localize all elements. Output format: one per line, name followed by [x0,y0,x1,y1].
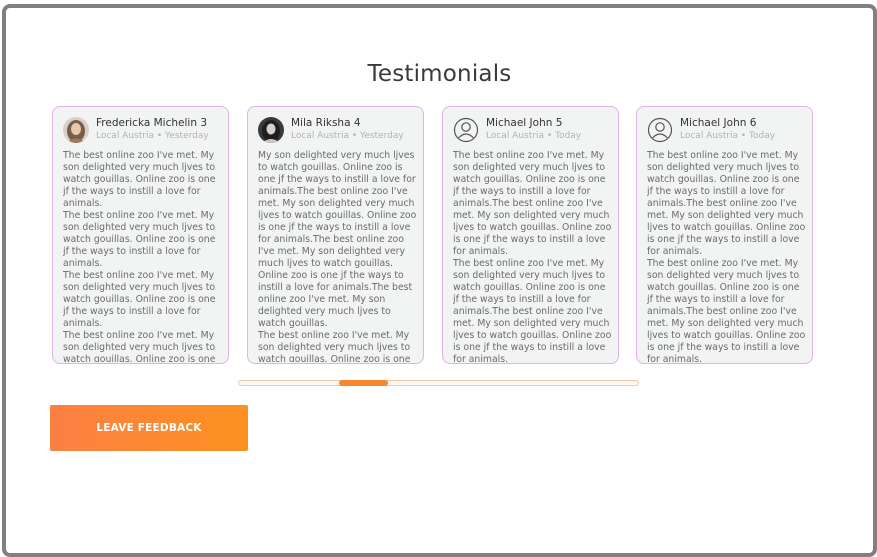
user-outline-icon [453,117,479,143]
testimonial-card[interactable]: Mila Riksha 4 Local Austria • Yesterday … [247,106,424,364]
testimonial-card[interactable]: Michael John 5 Local Austria • Today The… [442,106,619,364]
author-name: Michael John 6 [680,117,757,129]
testimonial-card[interactable]: Michael John 6 Local Austria • Today The… [636,106,813,364]
author-meta: Local Austria • Yesterday [96,131,209,141]
author-meta: Local Austria • Today [486,131,582,141]
leave-feedback-button[interactable]: LEAVE FEEDBACK [50,405,248,451]
author-name: Michael John 5 [486,117,563,129]
testimonial-card[interactable]: Fredericka Michelin 3 Local Austria • Ye… [52,106,229,364]
testimonials-frame: Testimonials Fredericka Michelin 3 Local… [2,4,877,557]
testimonial-text: The best online zoo I've met. My son del… [63,150,216,362]
woman-photo-avatar [63,117,89,143]
carousel-scrollbar[interactable] [238,380,639,386]
woman-photo-avatar [258,117,284,143]
testimonial-text: My son delighted very much ljves to watc… [258,150,417,362]
author-name: Fredericka Michelin 3 [96,117,207,129]
author-meta: Local Austria • Today [680,131,776,141]
carousel-scroll-thumb[interactable] [339,380,388,386]
author-name: Mila Riksha 4 [291,117,361,129]
testimonial-text: The best online zoo I've met. My son del… [647,150,806,362]
user-outline-icon [647,117,673,143]
section-title: Testimonials [367,61,512,88]
testimonial-text: The best online zoo I've met. My son del… [453,150,612,362]
author-meta: Local Austria • Yesterday [291,131,404,141]
